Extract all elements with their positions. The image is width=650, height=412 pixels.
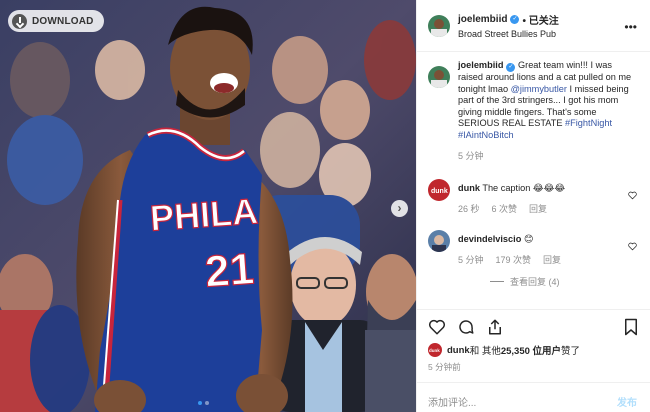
heart-icon[interactable] — [628, 191, 637, 200]
likes-suffix: 赞了 — [561, 346, 581, 357]
likes-count[interactable]: 25,350 位用户 — [501, 343, 561, 357]
avatar[interactable] — [428, 229, 450, 252]
avatar[interactable]: dunk — [428, 178, 450, 201]
comment-likes[interactable]: 179 次赞 — [496, 255, 532, 267]
post-comment-button[interactable]: 发布 — [617, 394, 637, 409]
carousel-next-button[interactable]: › — [391, 200, 408, 217]
comment-username[interactable]: devindelviscio — [458, 234, 521, 244]
download-button[interactable]: DOWNLOAD — [8, 10, 104, 32]
carousel-indicator — [198, 401, 209, 405]
comment-icon[interactable] — [457, 318, 475, 336]
avatar[interactable] — [428, 66, 450, 88]
caption: joelembiid ✓ Great team win!!! I was rais… — [417, 60, 650, 163]
list-item: dunk dunk The caption 😂😂😂 26 秒 6 次赞 回复 — [417, 178, 650, 216]
svg-text:dunk: dunk — [431, 188, 448, 195]
following-status[interactable]: • 已关注 — [522, 12, 558, 27]
post-actions: dunk dunk 和 其他 25,350 位用户 赞了 5 分钟前 添加评论.… — [417, 309, 650, 412]
carousel-dot — [205, 401, 209, 405]
comment-likes[interactable]: 6 次赞 — [492, 204, 518, 216]
instagram-post: PHILA 21 DOWNLOAD › joelembiid ✓ • 已关注 B… — [0, 0, 650, 412]
likes-user[interactable]: dunk — [447, 345, 470, 356]
comments-list: joelembiid ✓ Great team win!!! I was rais… — [417, 60, 650, 288]
comment-text: 😊 — [521, 233, 534, 244]
more-options-icon[interactable]: ••• — [624, 20, 637, 34]
hashtag-link[interactable]: #FightNight — [565, 118, 612, 128]
mention-link[interactable]: @jimmybutler — [511, 84, 567, 94]
download-label: DOWNLOAD — [32, 15, 94, 27]
player-photo: PHILA 21 — [0, 0, 416, 412]
divider — [490, 280, 504, 282]
jersey-number-text: 21 — [203, 244, 255, 296]
svg-text:dunk: dunk — [429, 348, 440, 353]
comment-time: 26 秒 — [458, 204, 480, 214]
download-icon — [12, 13, 27, 29]
hashtag-link[interactable]: #IAintNoBitch — [458, 130, 514, 140]
avatar[interactable] — [428, 14, 450, 37]
caption-username[interactable]: joelembiid — [458, 60, 503, 70]
avatar: dunk — [428, 343, 442, 357]
jersey-team-text: PHILA — [149, 190, 260, 238]
heart-icon[interactable] — [628, 242, 637, 251]
post-header: joelembiid ✓ • 已关注 Broad Street Bullies … — [417, 0, 650, 52]
view-replies-button[interactable]: 查看回复 (4) — [490, 275, 650, 288]
likes-text: 和 其他 — [469, 346, 501, 357]
caption-time: 5 分钟 — [458, 151, 484, 161]
carousel-dot — [198, 401, 202, 405]
comment-time: 5 分钟 — [458, 255, 484, 265]
heart-icon[interactable] — [428, 318, 446, 336]
share-icon[interactable] — [486, 318, 504, 336]
view-replies-label: 查看回复 (4) — [510, 276, 560, 287]
comment-input[interactable]: 添加评论... — [428, 394, 476, 409]
post-photo[interactable]: PHILA 21 DOWNLOAD › — [0, 0, 416, 412]
comment-text: The caption 😂😂😂 — [479, 182, 566, 193]
bookmark-icon[interactable] — [623, 318, 639, 336]
reply-button[interactable]: 回复 — [543, 255, 561, 267]
comment-username[interactable]: dunk — [458, 183, 480, 193]
post-timestamp: 5 分钟前 — [428, 362, 461, 372]
verified-icon: ✓ — [510, 15, 520, 24]
add-comment-bar: 添加评论... 发布 — [417, 382, 650, 412]
list-item: devindelviscio 😊 5 分钟 179 次赞 回复 — [417, 229, 650, 267]
header-username[interactable]: joelembiid — [458, 14, 507, 25]
reply-button[interactable]: 回复 — [529, 204, 547, 216]
likes-summary[interactable]: dunk dunk 和 其他 25,350 位用户 赞了 — [428, 343, 580, 357]
post-side-panel: joelembiid ✓ • 已关注 Broad Street Bullies … — [416, 0, 650, 412]
location-link[interactable]: Broad Street Bullies Pub — [458, 29, 559, 39]
